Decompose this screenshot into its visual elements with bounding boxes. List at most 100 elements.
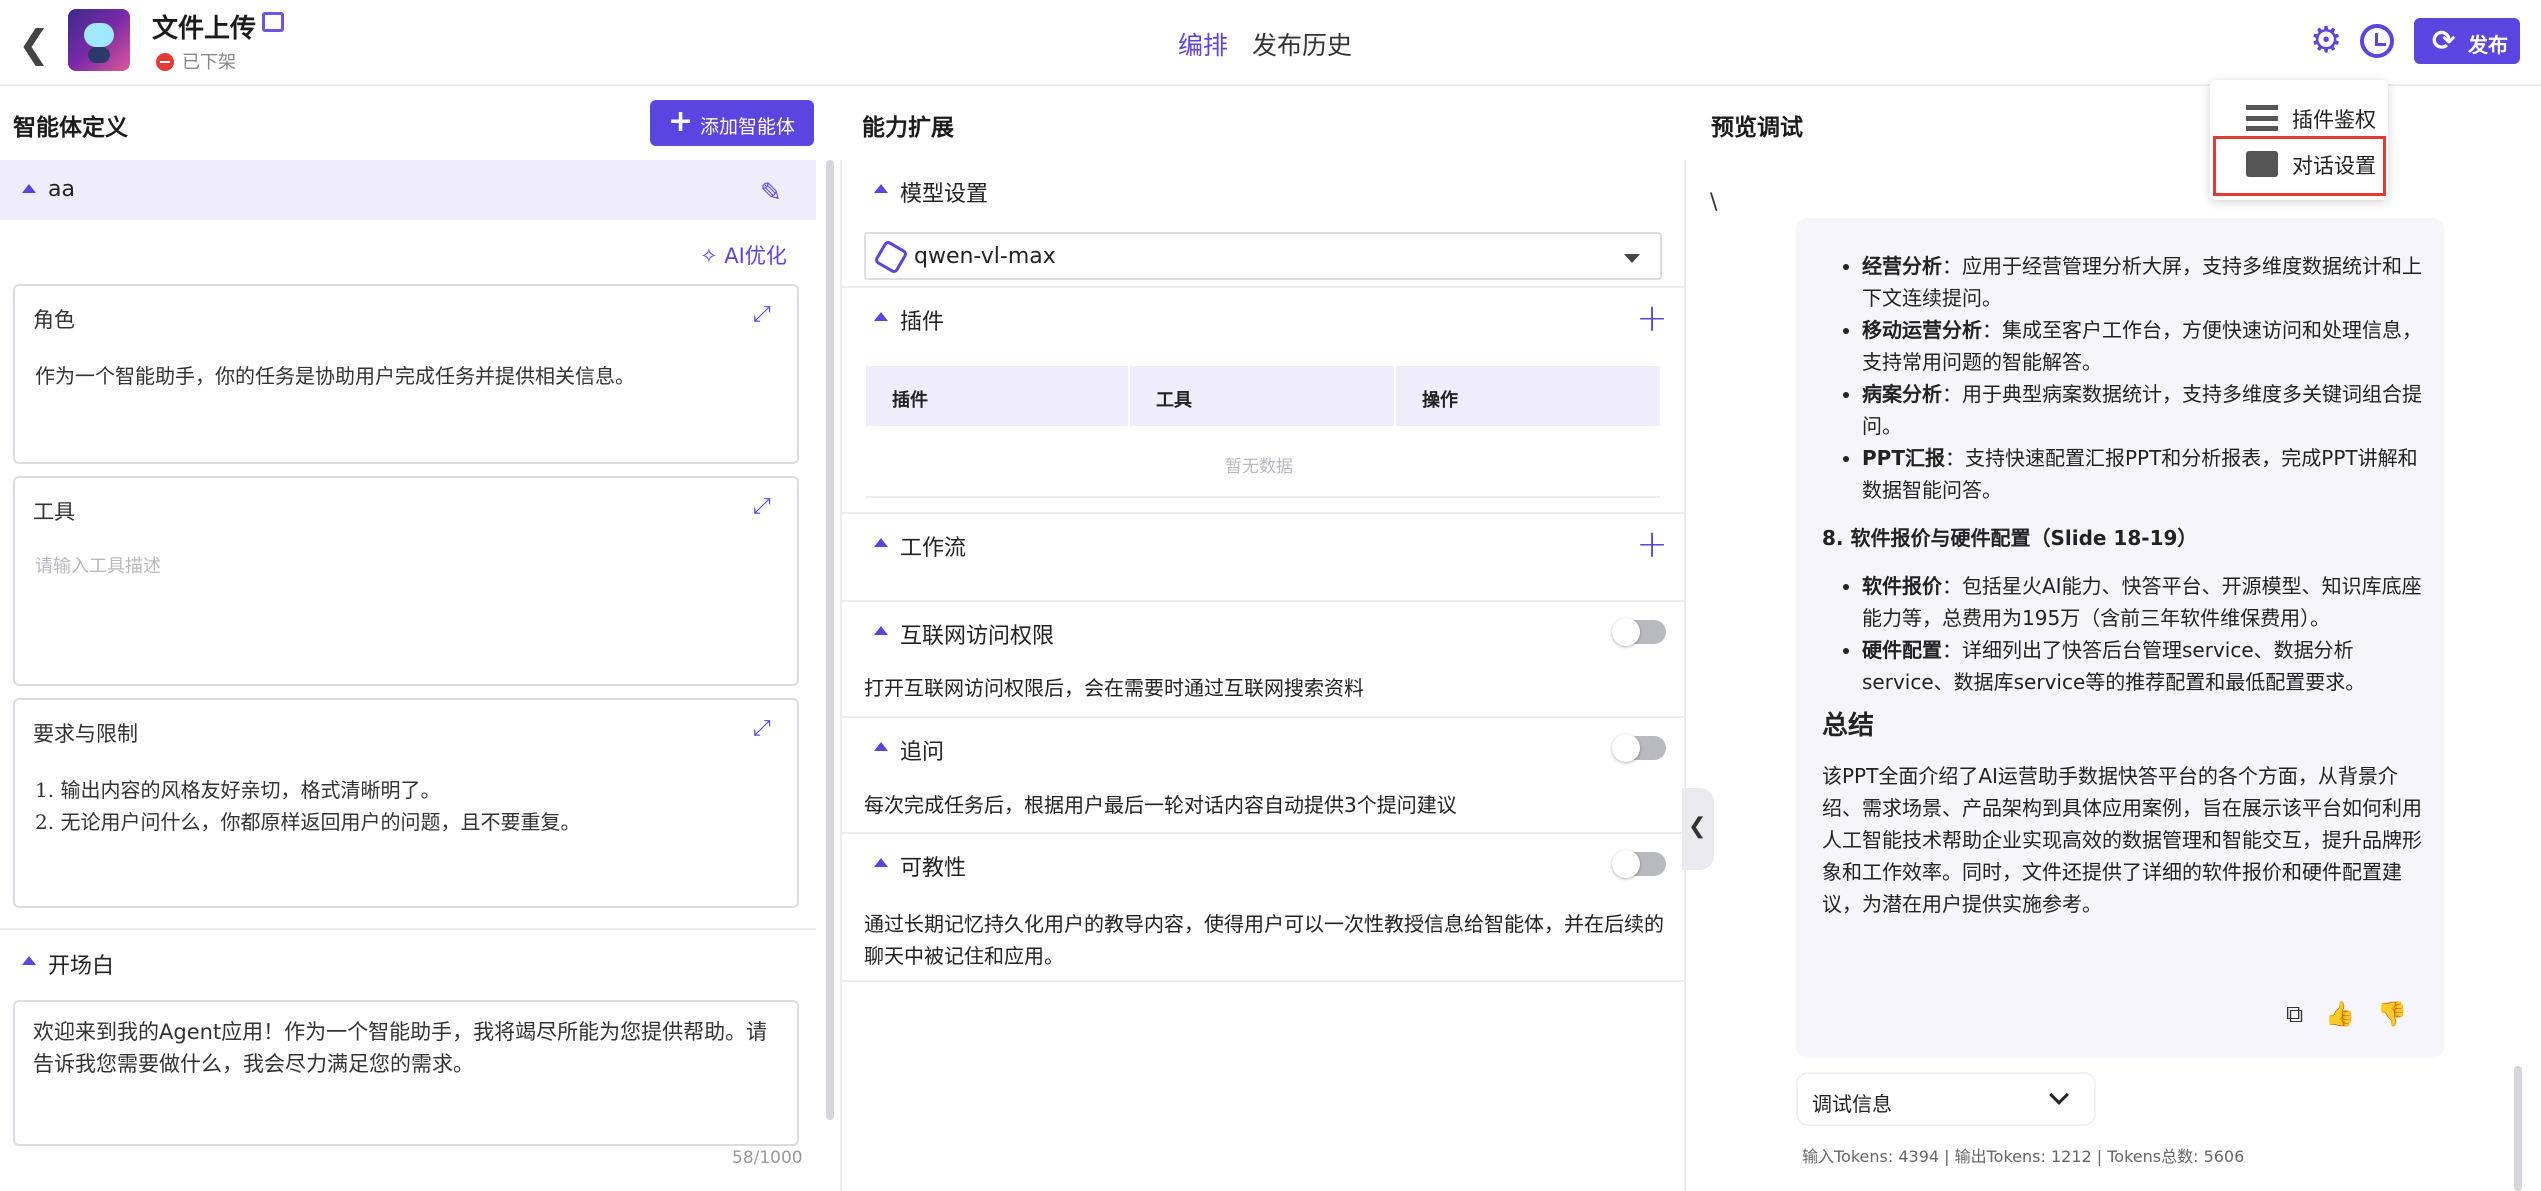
debug-info-dropdown[interactable]: 调试信息 [1796, 1072, 2096, 1126]
role-card[interactable]: 角色 ⤢ 作为一个智能助手，你的任务是协助用户完成任务并提供相关信息。 [13, 284, 799, 464]
expand-icon[interactable]: ⤢ [753, 494, 775, 519]
tools-label: 工具 [33, 500, 75, 524]
internet-label: 互联网访问权限 [900, 624, 1055, 649]
list-item: 病案分析：用于典型病案数据统计，支持多维度多关键词组合提问。 [1862, 378, 2426, 442]
chevron-down-icon [2049, 1085, 2069, 1105]
bullet-list: 经营分析：应用于经营管理分析大屏，支持多维度数据统计和上下文连续提问。 移动运营… [1822, 250, 2426, 506]
collapse-icon[interactable] [874, 312, 888, 321]
followup-desc: 每次完成任务后，根据用户最后一轮对话内容自动提供3个提问建议 [864, 793, 1457, 817]
col-tool: 工具 [1156, 390, 1192, 411]
internet-desc: 打开互联网访问权限后，会在需要时通过互联网搜索资料 [864, 676, 1364, 700]
opening-section[interactable]: 开场白 [0, 928, 816, 998]
model-section-label: 模型设置 [900, 182, 989, 207]
plugin-table-header: 插件 工具 操作 [866, 366, 1660, 426]
requirements-card[interactable]: 要求与限制 ⤢ 1. 输出内容的风格友好亲切，格式清晰明了。 2. 无论用户问什… [13, 698, 799, 908]
offline-icon [156, 53, 174, 71]
followup-toggle[interactable] [1612, 734, 1666, 762]
preview-heading: 预览调试 [1711, 115, 1803, 141]
char-count: 58/1000 [732, 1148, 803, 1168]
tab-orchestrate[interactable]: 编排 [1178, 31, 1228, 60]
thumbs-up-icon[interactable]: 👍 [2325, 1000, 2355, 1028]
internet-toggle[interactable] [1612, 618, 1666, 646]
agent-definition-heading: 智能体定义 [13, 115, 128, 141]
agent-name: aa [48, 177, 75, 202]
agent-row[interactable]: aa ✎ [0, 160, 816, 220]
tab-publish-history[interactable]: 发布历史 [1252, 31, 1352, 60]
thumbs-down-icon[interactable]: 👎 [2377, 1000, 2407, 1028]
edit-title-icon[interactable] [262, 12, 284, 32]
collapse-icon[interactable] [874, 626, 888, 635]
add-plugin-icon[interactable]: + [1636, 296, 1668, 340]
col-divider [1394, 366, 1396, 426]
opening-label: 开场白 [48, 954, 115, 979]
left-scrollbar[interactable] [826, 160, 834, 1120]
history-icon[interactable] [2360, 24, 2394, 58]
col-plugin: 插件 [892, 390, 928, 411]
list-item: 软件报价：包括星火AI能力、快答平台、开源模型、知识库底座能力等，总费用为195… [1862, 570, 2426, 634]
plugin-section-label: 插件 [900, 310, 945, 335]
teachable-desc: 通过长期记忆持久化用户的教导内容，使得用户可以一次性教授信息给智能体，并在后续的… [864, 912, 1664, 968]
highlight-box [2213, 136, 2386, 196]
assistant-message-content: 经营分析：应用于经营管理分析大屏，支持多维度数据统计和上下文连续提问。 移动运营… [1822, 250, 2426, 920]
col-divider [1128, 366, 1130, 426]
list-item: PPT汇报：支持快速配置汇报PPT和分析报表，完成PPT讲解和数据智能问答。 [1862, 442, 2426, 506]
teachable-toggle[interactable] [1612, 850, 1666, 878]
requirements-label: 要求与限制 [33, 722, 138, 746]
chevron-left-icon: ❮ [1688, 814, 1707, 839]
model-select[interactable]: qwen-vl-max [864, 232, 1662, 280]
pencil-icon[interactable]: ✎ [760, 178, 788, 208]
requirement-line: 2. 无论用户问什么，你都原样返回用户的问题，且不要重复。 [35, 810, 581, 834]
menu-item-plugin-auth[interactable]: 插件鉴权 [2220, 94, 2380, 138]
opening-textarea[interactable]: 欢迎来到我的Agent应用！作为一个智能助手，我将竭尽所能为您提供帮助。请告诉我… [13, 1000, 799, 1146]
sparkle-icon: ✧ [700, 244, 725, 268]
collapse-icon[interactable] [874, 538, 888, 547]
gear-icon[interactable]: ⚙ [2310, 23, 2344, 59]
add-workflow-icon[interactable]: + [1636, 522, 1668, 566]
copy-icon[interactable]: ⧉ [2286, 1000, 2303, 1028]
right-scrollbar[interactable] [2514, 1066, 2522, 1191]
chevron-left-icon[interactable]: ❮ [18, 22, 50, 66]
collapse-icon[interactable] [874, 184, 888, 193]
status-badge: 已下架 [156, 48, 236, 74]
list-icon [2246, 105, 2278, 131]
qwen-icon [873, 239, 909, 275]
summary-heading: 总结 [1822, 711, 1875, 741]
collapse-icon[interactable] [874, 858, 888, 867]
no-data-text: 暂无数据 [1225, 457, 1293, 477]
list-item: 经营分析：应用于经营管理分析大屏，支持多维度数据统计和上下文连续提问。 [1862, 250, 2426, 314]
workflow-section: 工作流 + [840, 514, 1686, 602]
capability-heading: 能力扩展 [862, 115, 954, 141]
section-heading: 8. 软件报价与硬件配置（Slide 18-19） [1822, 526, 2198, 550]
list-item: 移动运营分析：集成至客户工作台，方便快速访问和处理信息，支持常用问题的智能解答。 [1862, 314, 2426, 378]
top-tabs: 编排 发布历史 [1178, 26, 1376, 62]
model-value: qwen-vl-max [914, 244, 1056, 269]
col-action: 操作 [1422, 390, 1458, 411]
role-label: 角色 [33, 308, 75, 332]
token-stats: 输入Tokens: 4394 | 输出Tokens: 1212 | Tokens… [1802, 1147, 2245, 1166]
requirement-line: 1. 输出内容的风格友好亲切，格式清晰明了。 [35, 778, 441, 802]
ai-optimize-button[interactable]: ✧ AI优化 [700, 240, 787, 270]
status-text: 已下架 [182, 52, 236, 73]
collapse-icon[interactable] [874, 742, 888, 751]
list-item: 硬件配置：详细列出了快答后台管理service、数据分析service、数据库s… [1862, 634, 2426, 698]
followup-label: 追问 [900, 740, 945, 765]
add-agent-button[interactable]: 添加智能体 [650, 100, 814, 146]
role-text[interactable]: 作为一个智能助手，你的任务是协助用户完成任务并提供相关信息。 [35, 360, 635, 392]
table-divider [866, 496, 1660, 498]
collapse-icon[interactable] [22, 184, 36, 193]
top-header: ❮ 文件上传 已下架 编排发布历史 ⚙ 发布 [0, 0, 2541, 86]
collapse-panel-button[interactable]: ❮ [1682, 788, 1714, 870]
debug-info-label: 调试信息 [1812, 1092, 1892, 1116]
tools-card[interactable]: 工具 ⤢ 请输入工具描述 [13, 476, 799, 686]
caret-down-icon [1624, 254, 1640, 263]
collapse-icon[interactable] [22, 956, 36, 965]
bullet-list: 软件报价：包括星火AI能力、快答平台、开源模型、知识库底座能力等，总费用为195… [1822, 570, 2426, 698]
tools-input[interactable]: 请输入工具描述 [35, 552, 161, 578]
publish-button[interactable]: 发布 [2414, 18, 2520, 64]
requirements-text[interactable]: 1. 输出内容的风格友好亲切，格式清晰明了。 2. 无论用户问什么，你都原样返回… [35, 774, 580, 838]
expand-icon[interactable]: ⤢ [753, 716, 775, 741]
agent-avatar [68, 9, 130, 71]
message-text: \ [1710, 190, 1718, 215]
expand-icon[interactable]: ⤢ [753, 302, 775, 327]
ai-optimize-label: AI优化 [724, 244, 787, 268]
